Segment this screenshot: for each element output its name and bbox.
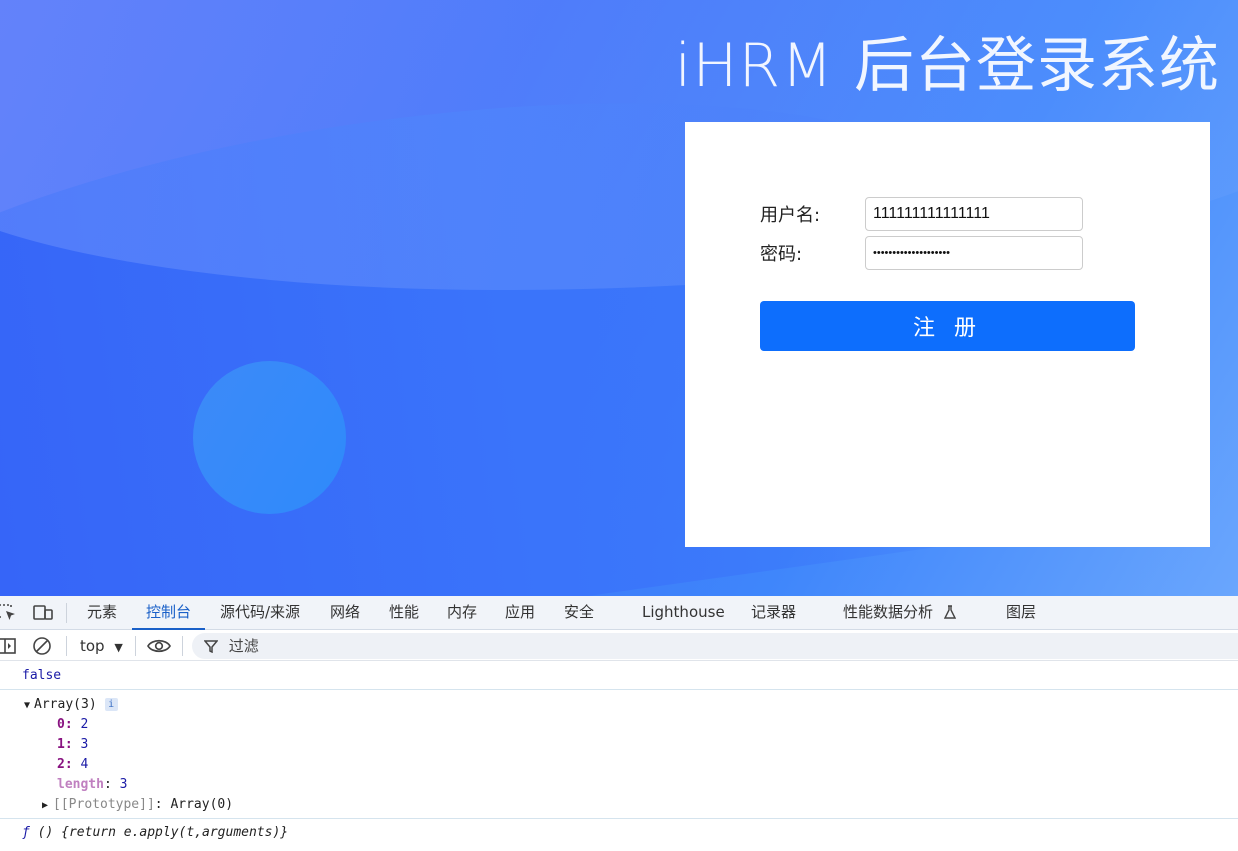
function-body: () {return e.apply(t,arguments)} — [37, 825, 289, 840]
toolbar-separator — [66, 636, 67, 656]
array-item-key: 2 — [57, 757, 65, 772]
username-input[interactable] — [865, 197, 1083, 231]
tab-performance-insights-label: 性能数据分析 — [843, 603, 934, 621]
context-selector-value: top — [80, 637, 105, 655]
device-toolbar-icon[interactable] — [32, 604, 54, 622]
sidebar-toggle-icon[interactable] — [0, 637, 18, 655]
password-input[interactable] — [865, 236, 1083, 270]
triangle-down-icon: ▼ — [114, 641, 123, 654]
array-item-key: 0 — [57, 717, 65, 732]
filter-input[interactable]: 过滤 — [192, 633, 1238, 659]
tab-security[interactable]: 安全 — [564, 596, 594, 630]
tab-elements[interactable]: 元素 — [87, 596, 117, 630]
username-row: 用户名: — [760, 197, 1083, 231]
decorative-circle — [193, 361, 346, 514]
array-item: 0: 2 — [57, 717, 89, 732]
tab-performance[interactable]: 性能 — [389, 596, 419, 630]
toolbar-separator — [182, 636, 183, 656]
array-item-value: 2 — [80, 717, 89, 732]
array-item: 1: 3 — [57, 737, 89, 752]
tab-application[interactable]: 应用 — [505, 596, 535, 630]
array-header-label: Array(3) — [34, 697, 97, 712]
devtools-tab-bar: 元素 控制台 源代码/来源 网络 性能 内存 应用 安全 Lighthouse … — [0, 596, 1238, 630]
toolbar-separator — [135, 636, 136, 656]
tab-sources[interactable]: 源代码/来源 — [220, 596, 300, 630]
info-badge-icon: i — [104, 698, 118, 711]
filter-icon — [203, 635, 219, 661]
tab-memory[interactable]: 内存 — [447, 596, 477, 630]
page-title: iHRM 后台登录系统 — [674, 31, 1220, 101]
array-item-value: 3 — [80, 737, 89, 752]
array-item-key: 1 — [57, 737, 65, 752]
password-label: 密码: — [760, 244, 803, 265]
array-item: 2: 4 — [57, 757, 89, 772]
length-value: 3 — [119, 777, 128, 792]
array-header[interactable]: ▼ Array(3) i — [24, 695, 118, 715]
array-item-value: 4 — [80, 757, 89, 772]
tab-separator — [66, 603, 67, 623]
console-toolbar: top ▼ 过滤 — [0, 631, 1238, 661]
console-message-false: false — [0, 662, 1238, 690]
inspect-element-icon[interactable] — [0, 604, 18, 622]
array-prototype[interactable]: ▶ [[Prototype]]: Array(0) — [42, 795, 233, 815]
login-card: 用户名: 密码: 注 册 — [685, 122, 1210, 547]
tab-network[interactable]: 网络 — [330, 596, 360, 630]
flask-icon — [943, 598, 956, 630]
prototype-key: [[Prototype]] — [53, 797, 155, 812]
length-key: length — [57, 777, 104, 792]
tab-console[interactable]: 控制台 — [132, 596, 206, 630]
login-page: iHRM 后台登录系统 用户名: 密码: 注 册 — [0, 0, 1238, 596]
tab-lighthouse[interactable]: Lighthouse — [642, 596, 725, 630]
array-length: length: 3 — [57, 777, 128, 792]
username-label: 用户名: — [760, 205, 821, 226]
console-message-function: ƒ () {return e.apply(t,arguments)} — [0, 818, 1238, 846]
tab-layers[interactable]: 图层 — [1006, 596, 1036, 630]
triangle-collapsed-icon: ▶ — [42, 800, 49, 811]
prototype-value: Array(0) — [170, 797, 234, 812]
triangle-expanded-icon: ▼ — [24, 700, 31, 711]
tab-recorder[interactable]: 记录器 — [751, 596, 796, 630]
devtools-panel: 元素 控制台 源代码/来源 网络 性能 内存 应用 安全 Lighthouse … — [0, 596, 1238, 851]
clear-console-icon[interactable] — [32, 636, 52, 656]
password-row: 密码: — [760, 236, 1083, 270]
function-prefix: ƒ — [22, 825, 30, 840]
register-button[interactable]: 注 册 — [760, 301, 1135, 351]
context-selector[interactable]: top ▼ — [80, 631, 123, 661]
live-expression-eye-icon[interactable] — [147, 637, 171, 655]
tab-performance-insights[interactable]: 性能数据分析 — [843, 596, 956, 630]
filter-placeholder: 过滤 — [228, 637, 259, 655]
